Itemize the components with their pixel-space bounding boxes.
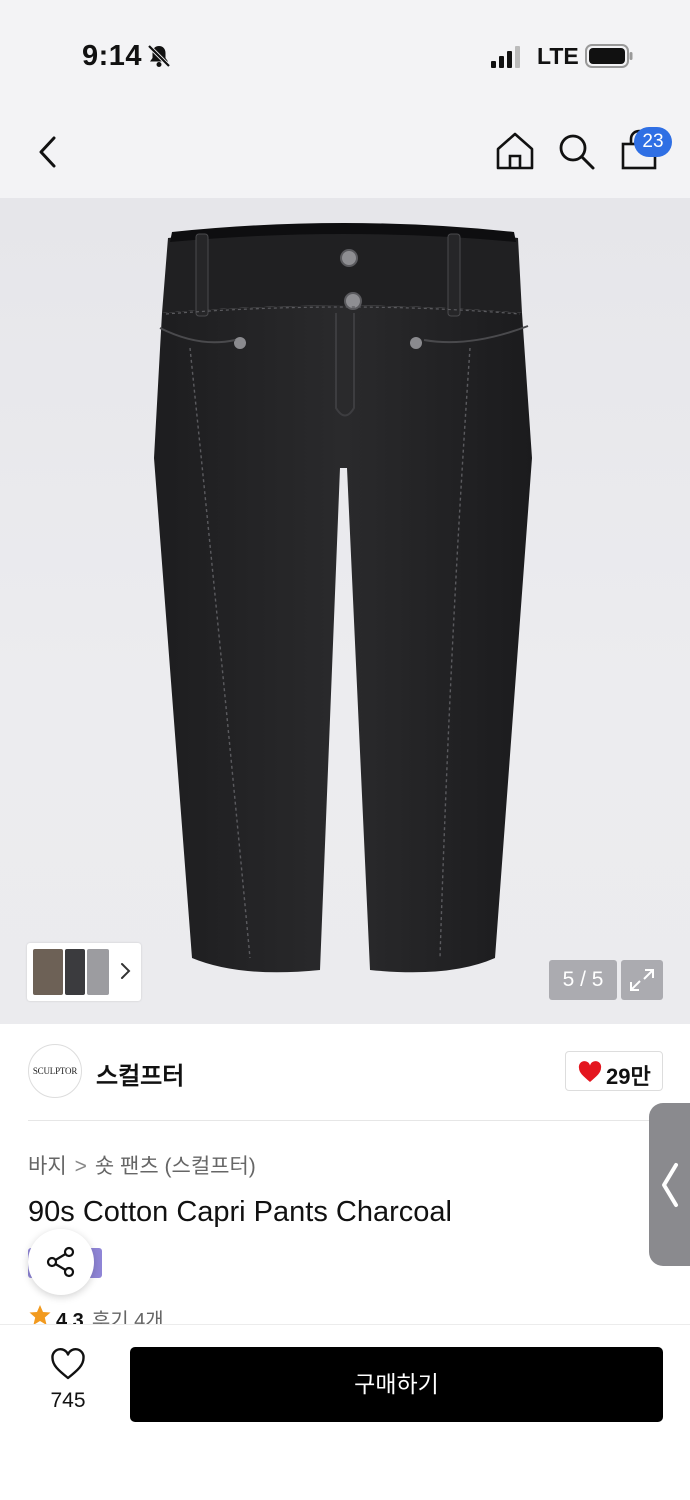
- star-icon: [29, 1305, 51, 1325]
- status-time: 9:14: [82, 40, 143, 72]
- heart-filled-icon: [578, 1061, 602, 1082]
- buy-button[interactable]: 구매하기: [130, 1347, 663, 1422]
- brand-logo-text: SCULPTOR: [32, 1066, 78, 1076]
- chevron-right-icon[interactable]: [119, 959, 133, 983]
- signal-icon: [491, 46, 520, 68]
- brand-name[interactable]: 스컬프터: [96, 1056, 184, 1091]
- product-image: [154, 223, 532, 973]
- thumbnail-strip[interactable]: [27, 943, 141, 1001]
- breadcrumb: 바지 > 숏 팬츠 (스컬프터): [28, 1150, 256, 1180]
- search-icon[interactable]: [556, 130, 596, 172]
- back-icon[interactable]: [32, 132, 66, 172]
- brand-like-count: 29만: [606, 1064, 651, 1089]
- share-icon: [46, 1246, 75, 1278]
- bottom-action-bar: 745 구매하기: [0, 1324, 690, 1500]
- expand-icon[interactable]: [621, 960, 663, 1000]
- breadcrumb-separator: >: [74, 1155, 87, 1178]
- image-counter: 5 / 5: [549, 960, 617, 1000]
- product-image-gallery[interactable]: 5 / 5: [0, 198, 690, 1024]
- brand-like-button[interactable]: 29만: [565, 1051, 663, 1091]
- bell-off-icon: [147, 44, 171, 68]
- chevron-left-icon: [662, 1163, 678, 1207]
- thumbnail-3[interactable]: [87, 949, 109, 995]
- wishlist-button[interactable]: 745: [38, 1347, 98, 1419]
- heart-outline-icon: [51, 1347, 85, 1380]
- product-title: 90s Cotton Capri Pants Charcoal: [28, 1196, 452, 1228]
- top-header: 9:14 LTE 23: [0, 0, 690, 198]
- breadcrumb-category[interactable]: 바지: [28, 1155, 67, 1178]
- breadcrumb-subcategory[interactable]: 숏 팬츠 (스컬프터): [95, 1155, 256, 1178]
- share-button[interactable]: [28, 1229, 94, 1295]
- rating-summary[interactable]: 4.3 후기 4개: [28, 1304, 164, 1326]
- wishlist-count: 745: [50, 1389, 86, 1412]
- thumbnail-2[interactable]: [65, 949, 85, 995]
- battery-icon: [585, 44, 633, 68]
- product-page: 9:14 LTE 23 5 / 5 SCULPTOR 스컬프터 29만 바지 >…: [0, 0, 690, 1500]
- network-label: LTE: [537, 43, 579, 69]
- cart-count-badge: 23: [634, 127, 672, 157]
- side-panel-handle[interactable]: [649, 1103, 690, 1266]
- brand-logo[interactable]: SCULPTOR: [28, 1044, 82, 1098]
- divider: [28, 1120, 662, 1121]
- thumbnail-1[interactable]: [33, 949, 63, 995]
- home-icon[interactable]: [494, 130, 536, 172]
